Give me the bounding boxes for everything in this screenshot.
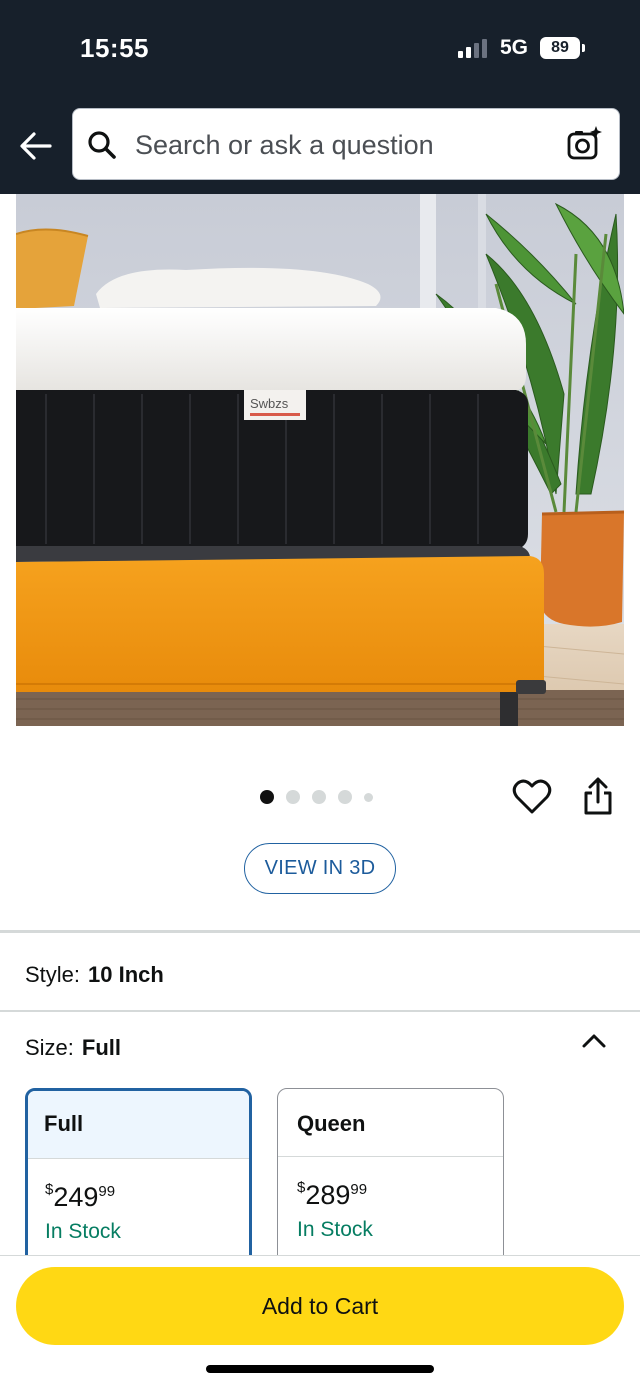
search-placeholder: Search or ask a question xyxy=(135,130,434,160)
size-option-name: Full xyxy=(28,1091,249,1159)
size-option-name: Queen xyxy=(278,1089,503,1157)
price-fraction: 99 xyxy=(98,1183,116,1200)
mattress-illustration: Swbzs xyxy=(16,194,624,726)
bottom-action-bar: Add to Cart xyxy=(0,1255,640,1388)
heart-icon xyxy=(512,779,552,814)
back-button[interactable] xyxy=(16,128,56,164)
price-fraction: 99 xyxy=(350,1181,368,1198)
search-input[interactable]: Search or ask a question xyxy=(72,108,620,180)
size-option-price: $28999 xyxy=(297,1179,367,1211)
signal-icon xyxy=(458,38,492,58)
home-indicator[interactable] xyxy=(206,1365,434,1373)
style-value: 10 Inch xyxy=(88,962,164,987)
product-image[interactable]: Swbzs xyxy=(16,194,624,726)
carousel-dot[interactable] xyxy=(286,790,300,804)
battery-tip xyxy=(582,44,585,52)
status-time: 15:55 xyxy=(80,33,149,63)
app-header: 15:55 5G 89 Search or ask a question xyxy=(0,0,640,194)
carousel-dot[interactable] xyxy=(338,790,352,804)
price-whole: 249 xyxy=(53,1182,99,1212)
price-whole: 289 xyxy=(305,1180,351,1210)
share-icon xyxy=(584,777,612,815)
add-to-cart-button[interactable]: Add to Cart xyxy=(16,1267,624,1345)
arrow-left-icon xyxy=(20,132,52,160)
product-page: 15:55 5G 89 Search or ask a question Swb… xyxy=(0,0,640,1388)
carousel-dot[interactable] xyxy=(364,792,373,802)
carousel-dot[interactable] xyxy=(260,790,274,804)
style-label: Style: xyxy=(25,962,81,987)
size-value: Full xyxy=(81,1035,122,1060)
search-icon xyxy=(88,131,116,159)
row-divider xyxy=(0,1010,640,1012)
size-selector[interactable]: Size: Full xyxy=(25,1035,121,1061)
stock-status: In Stock xyxy=(45,1220,121,1243)
brand-label: Swbzs xyxy=(250,396,289,411)
camera-sparkle-icon[interactable] xyxy=(567,125,603,161)
carousel-dot[interactable] xyxy=(312,790,326,804)
battery-icon: 89 xyxy=(540,37,580,59)
style-selector[interactable]: Style: 10 Inch xyxy=(25,962,164,988)
chevron-up-icon[interactable] xyxy=(580,1030,608,1050)
size-option-price: $24999 xyxy=(45,1181,115,1213)
carousel-dots[interactable] xyxy=(260,789,373,805)
share-button[interactable] xyxy=(578,776,618,818)
network-label: 5G xyxy=(500,36,529,59)
stock-status: In Stock xyxy=(297,1218,373,1241)
size-label: Size: xyxy=(25,1035,74,1060)
wishlist-button[interactable] xyxy=(512,778,552,816)
view-in-3d-button[interactable]: VIEW IN 3D xyxy=(244,843,396,894)
section-divider xyxy=(0,930,640,933)
